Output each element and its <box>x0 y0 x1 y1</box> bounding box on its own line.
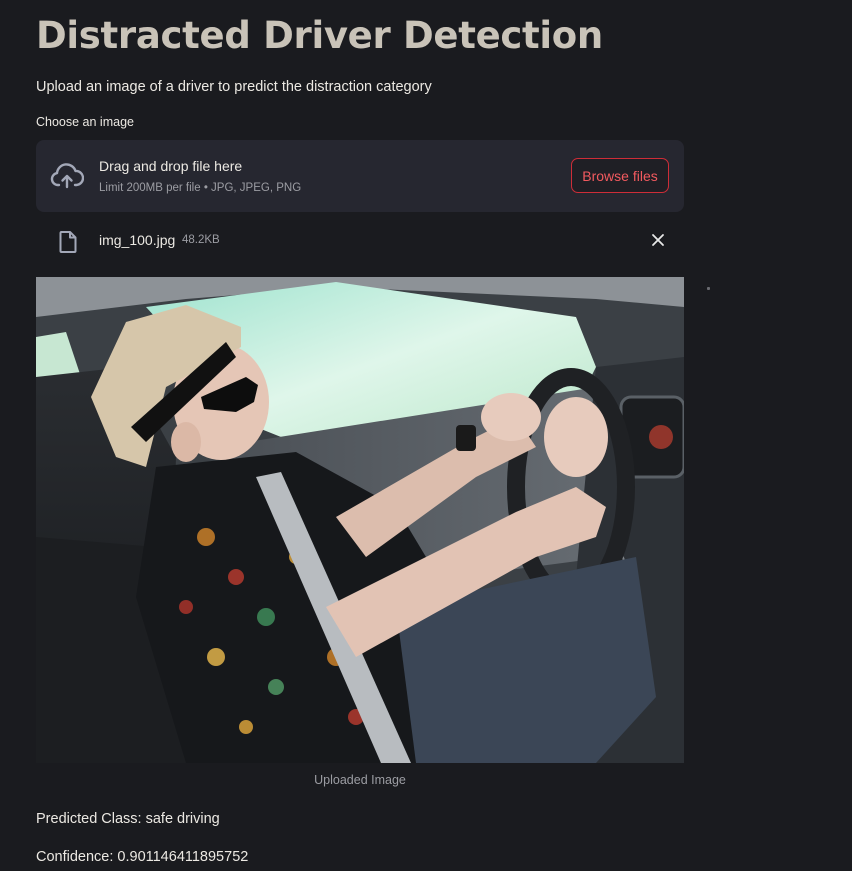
uploaded-file-row: img_100.jpg 48.2KB <box>36 224 684 258</box>
page-subtitle: Upload an image of a driver to predict t… <box>36 79 432 95</box>
file-uploader-label: Choose an image <box>36 115 134 129</box>
dropzone-limit-text: Limit 200MB per file • JPG, JPEG, PNG <box>99 182 302 194</box>
cloud-upload-icon <box>50 161 85 191</box>
predicted-class-text: Predicted Class: safe driving <box>36 811 220 827</box>
browse-files-button[interactable]: Browse files <box>571 158 669 193</box>
close-icon[interactable] <box>648 230 668 250</box>
confidence-text: Confidence: 0.901146411895752 <box>36 849 249 865</box>
file-dropzone[interactable]: Drag and drop file here Limit 200MB per … <box>36 140 684 212</box>
dropzone-instructions: Drag and drop file here <box>99 158 243 174</box>
uploaded-file-name: img_100.jpg <box>99 232 176 248</box>
page-title: Distracted Driver Detection <box>36 14 603 57</box>
file-icon <box>58 230 78 254</box>
decorative-dot <box>707 287 710 290</box>
image-caption: Uploaded Image <box>314 773 406 787</box>
uploaded-file-size: 48.2KB <box>182 234 220 246</box>
uploaded-image <box>36 277 684 763</box>
